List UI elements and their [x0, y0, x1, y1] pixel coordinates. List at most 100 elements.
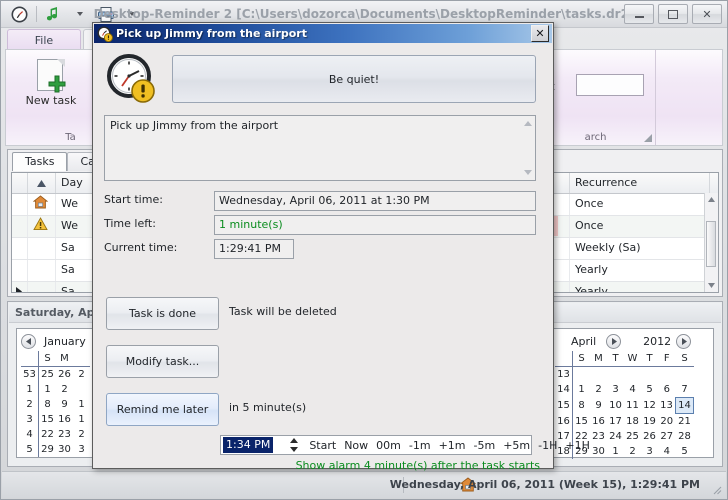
- close-button[interactable]: ✕: [692, 4, 722, 24]
- calendar-day[interactable]: 6: [658, 382, 676, 398]
- calendar-day[interactable]: 2: [624, 444, 641, 459]
- calendar-day[interactable]: 26: [641, 429, 658, 444]
- calendar-day[interactable]: 7: [676, 382, 694, 398]
- calendar-day[interactable]: 23: [56, 427, 73, 442]
- task-notes-field[interactable]: Pick up Jimmy from the airport: [104, 115, 536, 181]
- calendar-day[interactable]: 3: [641, 444, 658, 459]
- calendar-day[interactable]: 25: [39, 367, 57, 383]
- calendar-day[interactable]: 29: [39, 442, 57, 457]
- calendar-day[interactable]: 24: [607, 429, 624, 444]
- calendar-day[interactable]: 20: [658, 414, 676, 430]
- calendar-left-month[interactable]: January: [44, 335, 86, 348]
- quick-plus-1m-button[interactable]: +1m: [439, 439, 466, 452]
- modify-task-button[interactable]: Modify task...: [106, 345, 219, 378]
- calendar-right-month[interactable]: April: [571, 335, 596, 348]
- dialog-titlebar[interactable]: Pick up Jimmy from the airport ✕: [94, 24, 552, 43]
- close-icon[interactable]: ✕: [531, 25, 549, 42]
- calendar-day[interactable]: 22: [39, 427, 57, 442]
- calendar-right-year[interactable]: 2012: [643, 335, 671, 348]
- calendar-day[interactable]: 4: [624, 382, 641, 398]
- new-task-button[interactable]: New task: [14, 57, 88, 119]
- chevron-right-icon-month[interactable]: [606, 333, 622, 349]
- scrollbar-thumb[interactable]: [706, 221, 716, 267]
- calendar-day[interactable]: 12: [641, 398, 658, 414]
- dialog-launcher-icon[interactable]: [644, 134, 652, 142]
- calendar-day[interactable]: 16: [590, 414, 607, 430]
- calendar-day[interactable]: 10: [607, 398, 624, 414]
- calendar-day[interactable]: 8: [573, 398, 591, 414]
- calendar-day[interactable]: 9: [56, 397, 73, 412]
- scroll-down-icon[interactable]: [524, 170, 532, 175]
- quick-now-button[interactable]: Now: [344, 439, 368, 452]
- scroll-up-icon[interactable]: [524, 121, 532, 126]
- column-sort-icon[interactable]: [28, 173, 56, 193]
- calendar-day[interactable]: 1: [39, 382, 57, 397]
- calendar-day[interactable]: [676, 367, 694, 383]
- quick-minus-1h-button[interactable]: -1H: [538, 439, 557, 452]
- calendar-day[interactable]: 9: [590, 398, 607, 414]
- tab-tasks[interactable]: Tasks: [12, 152, 68, 171]
- calendar-day[interactable]: 28: [676, 429, 694, 444]
- calendar-day[interactable]: 18: [624, 414, 641, 430]
- calendar-day[interactable]: [658, 367, 676, 383]
- calendar-day[interactable]: 8: [39, 397, 57, 412]
- calendar-day[interactable]: 1: [607, 444, 624, 459]
- quick-minus-5m-button[interactable]: -5m: [474, 439, 496, 452]
- calendar-day[interactable]: 19: [641, 414, 658, 430]
- calendar-day[interactable]: 16: [56, 412, 73, 427]
- status-text: Wednesday, April 06, 2011 (Week 15), 1:2…: [389, 478, 700, 491]
- search-input[interactable]: [576, 74, 644, 96]
- calendar-day[interactable]: 30: [56, 442, 73, 457]
- calendar-day[interactable]: 15: [39, 412, 57, 427]
- quick-plus-1h-button[interactable]: +1H: [565, 439, 590, 452]
- calendar-day[interactable]: [590, 367, 607, 383]
- notes-scrollbar[interactable]: [522, 117, 534, 179]
- task-is-done-button[interactable]: Task is done: [106, 297, 219, 330]
- chevron-right-icon-year[interactable]: [676, 333, 692, 349]
- minimize-button[interactable]: [624, 4, 654, 24]
- calendar-day[interactable]: [607, 367, 624, 383]
- clock-warning-icon: [97, 25, 113, 42]
- column-selector[interactable]: [12, 173, 28, 193]
- calendar-day[interactable]: [624, 367, 641, 383]
- be-quiet-button[interactable]: Be quiet!: [172, 55, 536, 103]
- calendar-day[interactable]: 13: [658, 398, 676, 414]
- column-day[interactable]: Day: [56, 173, 96, 193]
- remind-me-later-button[interactable]: Remind me later: [106, 393, 219, 426]
- reminder-time-input[interactable]: 1:34 PM: [223, 437, 274, 453]
- calendar-day[interactable]: 5: [641, 382, 658, 398]
- calendar-day[interactable]: 21: [676, 414, 694, 430]
- calendar-day[interactable]: 11: [624, 398, 641, 414]
- calendar-day[interactable]: 17: [607, 414, 624, 430]
- column-recurrence[interactable]: Recurrence: [570, 173, 710, 193]
- scroll-down-icon[interactable]: [705, 280, 718, 291]
- quick-minus-1m-button[interactable]: -1m: [409, 439, 431, 452]
- calendar-day[interactable]: [573, 367, 591, 383]
- calendar-day[interactable]: 23: [590, 429, 607, 444]
- calendar-day[interactable]: 1: [573, 382, 591, 398]
- scroll-up-icon[interactable]: [705, 194, 718, 205]
- resize-grip-icon[interactable]: [710, 483, 722, 495]
- maximize-button[interactable]: [658, 4, 688, 24]
- calendar-day[interactable]: 30: [590, 444, 607, 459]
- grid-scrollbar[interactable]: [704, 193, 718, 292]
- calendar-day[interactable]: 26: [56, 367, 73, 383]
- calendar-day[interactable]: 4: [658, 444, 676, 459]
- quick-plus-5m-button[interactable]: +5m: [503, 439, 530, 452]
- calendar-day[interactable]: 5: [676, 444, 694, 459]
- tab-file[interactable]: File: [7, 29, 81, 51]
- calendar-day[interactable]: 15: [573, 414, 591, 430]
- calendar-day[interactable]: 2: [56, 382, 73, 397]
- quick-00m-button[interactable]: 00m: [376, 439, 401, 452]
- calendar-day[interactable]: 27: [658, 429, 676, 444]
- quantity-stepper[interactable]: [287, 436, 301, 454]
- calendar-day[interactable]: 25: [624, 429, 641, 444]
- calendar-day[interactable]: [641, 367, 658, 383]
- calendar-day[interactable]: 3: [607, 382, 624, 398]
- quick-start-button[interactable]: Start: [309, 439, 336, 452]
- calendar-day-selected[interactable]: 14: [675, 397, 694, 414]
- calendar-day[interactable]: 2: [590, 382, 607, 398]
- stepper-up-icon[interactable]: [290, 438, 299, 443]
- chevron-left-icon[interactable]: [21, 333, 36, 349]
- stepper-down-icon[interactable]: [290, 447, 299, 452]
